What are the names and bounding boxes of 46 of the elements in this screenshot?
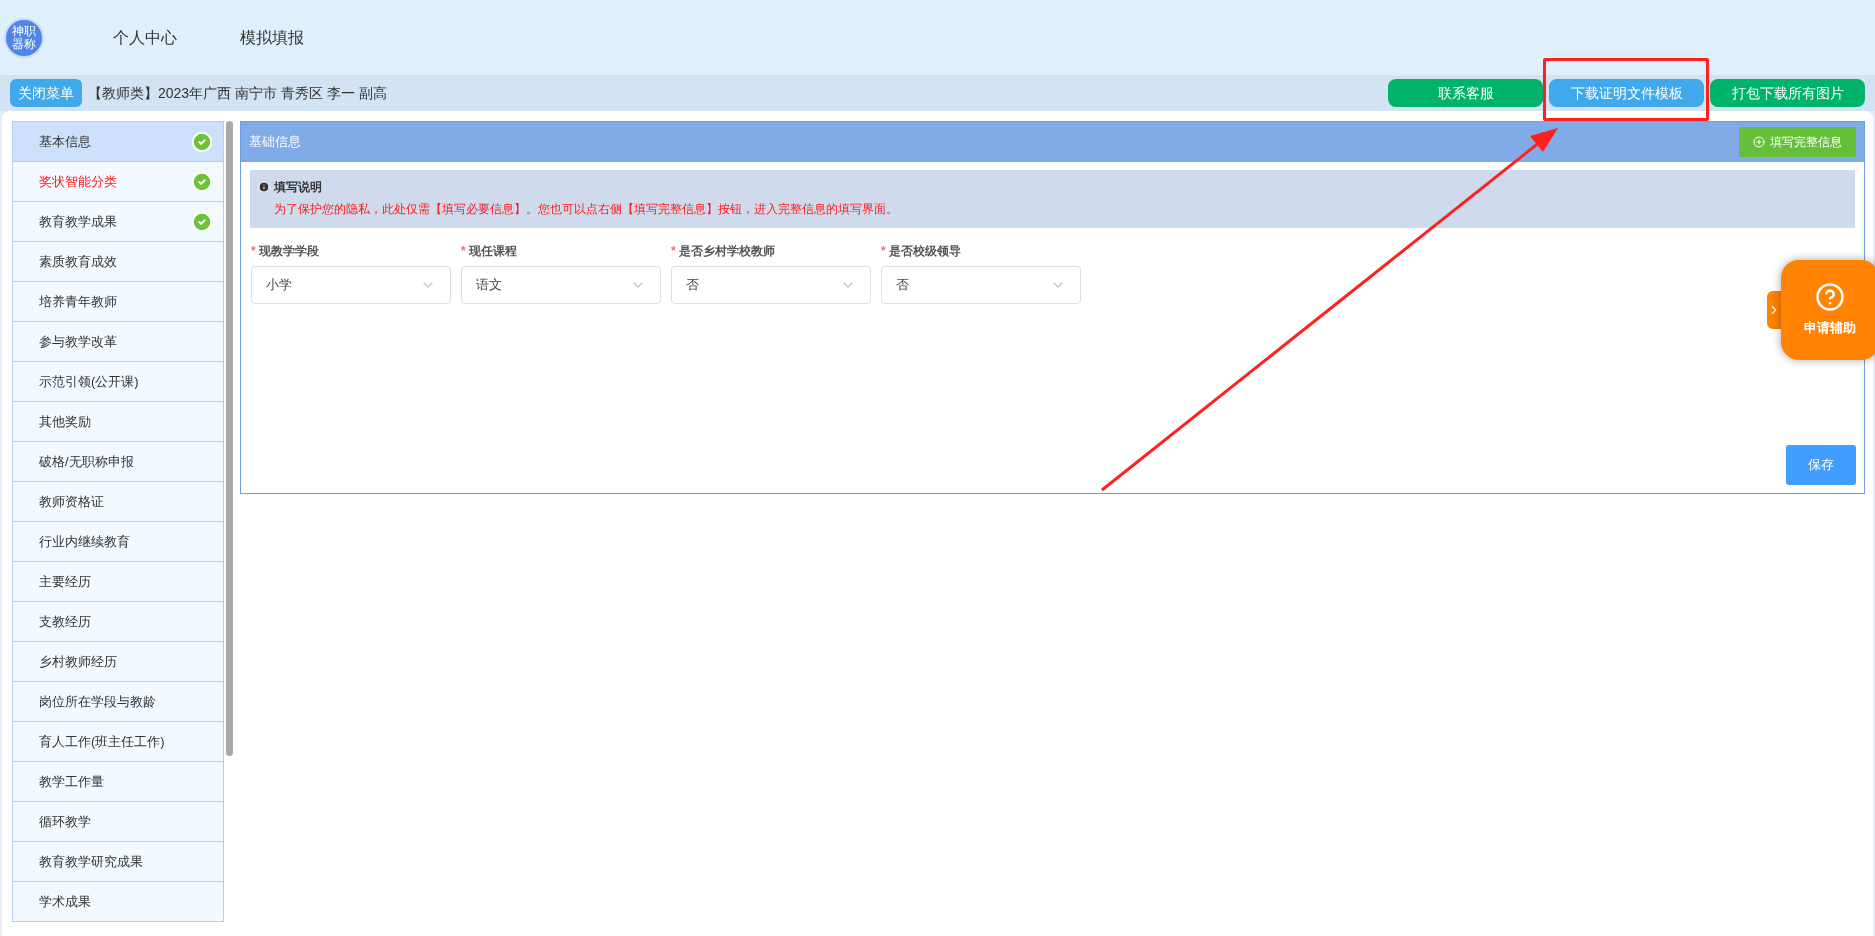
required-mark: * (461, 243, 466, 260)
sidebar-item[interactable]: 教师资格证 (12, 482, 224, 522)
info-icon (258, 181, 270, 193)
sidebar-item[interactable]: 参与教学改革 (12, 322, 224, 362)
sidebar-item[interactable]: 行业内继续教育 (12, 522, 224, 562)
expand-tab[interactable] (1767, 291, 1781, 329)
sidebar-item[interactable]: 奖状智能分类 (12, 162, 224, 202)
breadcrumb: 【教师类】2023年广西 南宁市 青秀区 李一 副高 (88, 83, 387, 103)
panel-title: 基础信息 (249, 133, 301, 152)
field-label: 是否乡村学校教师 (678, 243, 775, 260)
sidebar-item[interactable]: 育人工作(班主任工作) (12, 722, 224, 762)
check-icon (191, 130, 213, 153)
sidebar-item[interactable]: 其他奖励 (12, 402, 224, 442)
sidebar-item[interactable]: 学术成果 (12, 882, 224, 922)
check-icon (191, 170, 213, 193)
required-mark: * (671, 243, 676, 260)
sidebar-item[interactable]: 素质教育成效 (12, 242, 224, 282)
sidebar-item[interactable]: 基本信息 (12, 122, 224, 162)
sidebar-item[interactable]: 破格/无职称申报 (12, 442, 224, 482)
field-label: 是否校级领导 (888, 243, 961, 260)
required-mark: * (251, 243, 256, 260)
sidebar-item[interactable]: 教育教学研究成果 (12, 842, 224, 882)
sidebar-item[interactable]: 岗位所在学段与教龄 (12, 682, 224, 722)
sidebar-item[interactable]: 乡村教师经历 (12, 642, 224, 682)
field-label: 现教学学段 (258, 243, 319, 260)
sidebar-item[interactable]: 教学工作量 (12, 762, 224, 802)
sidebar-item[interactable]: 示范引领(公开课) (12, 362, 224, 402)
sidebar-item[interactable]: 循环教学 (12, 802, 224, 842)
select-field[interactable]: 否 (881, 266, 1081, 304)
select-field[interactable]: 语文 (461, 266, 661, 304)
nav-link[interactable]: 个人中心 (113, 25, 177, 50)
required-mark: * (881, 243, 886, 260)
logo: 神职器称 (4, 17, 44, 58)
sidebar-item[interactable]: 主要经历 (12, 562, 224, 602)
check-icon (191, 210, 213, 233)
help-icon (1815, 282, 1845, 313)
sidebar-item[interactable]: 支教经历 (12, 602, 224, 642)
select-field[interactable]: 否 (671, 266, 871, 304)
nav-link[interactable]: 模拟填报 (240, 25, 304, 50)
plus-icon (1753, 136, 1765, 148)
field-label: 现任课程 (468, 243, 517, 260)
notice-title: 填写说明 (274, 179, 322, 196)
sidebar-item[interactable]: 教育教学成果 (12, 202, 224, 242)
sidebar-item[interactable]: 培养青年教师 (12, 282, 224, 322)
select-field[interactable]: 小学 (251, 266, 451, 304)
notice-text: 为了保护您的隐私，此处仅需【填写必要信息】。您也可以点右侧【填写完整信息】按钮，进入完整信息的填写界面。 (273, 201, 899, 218)
